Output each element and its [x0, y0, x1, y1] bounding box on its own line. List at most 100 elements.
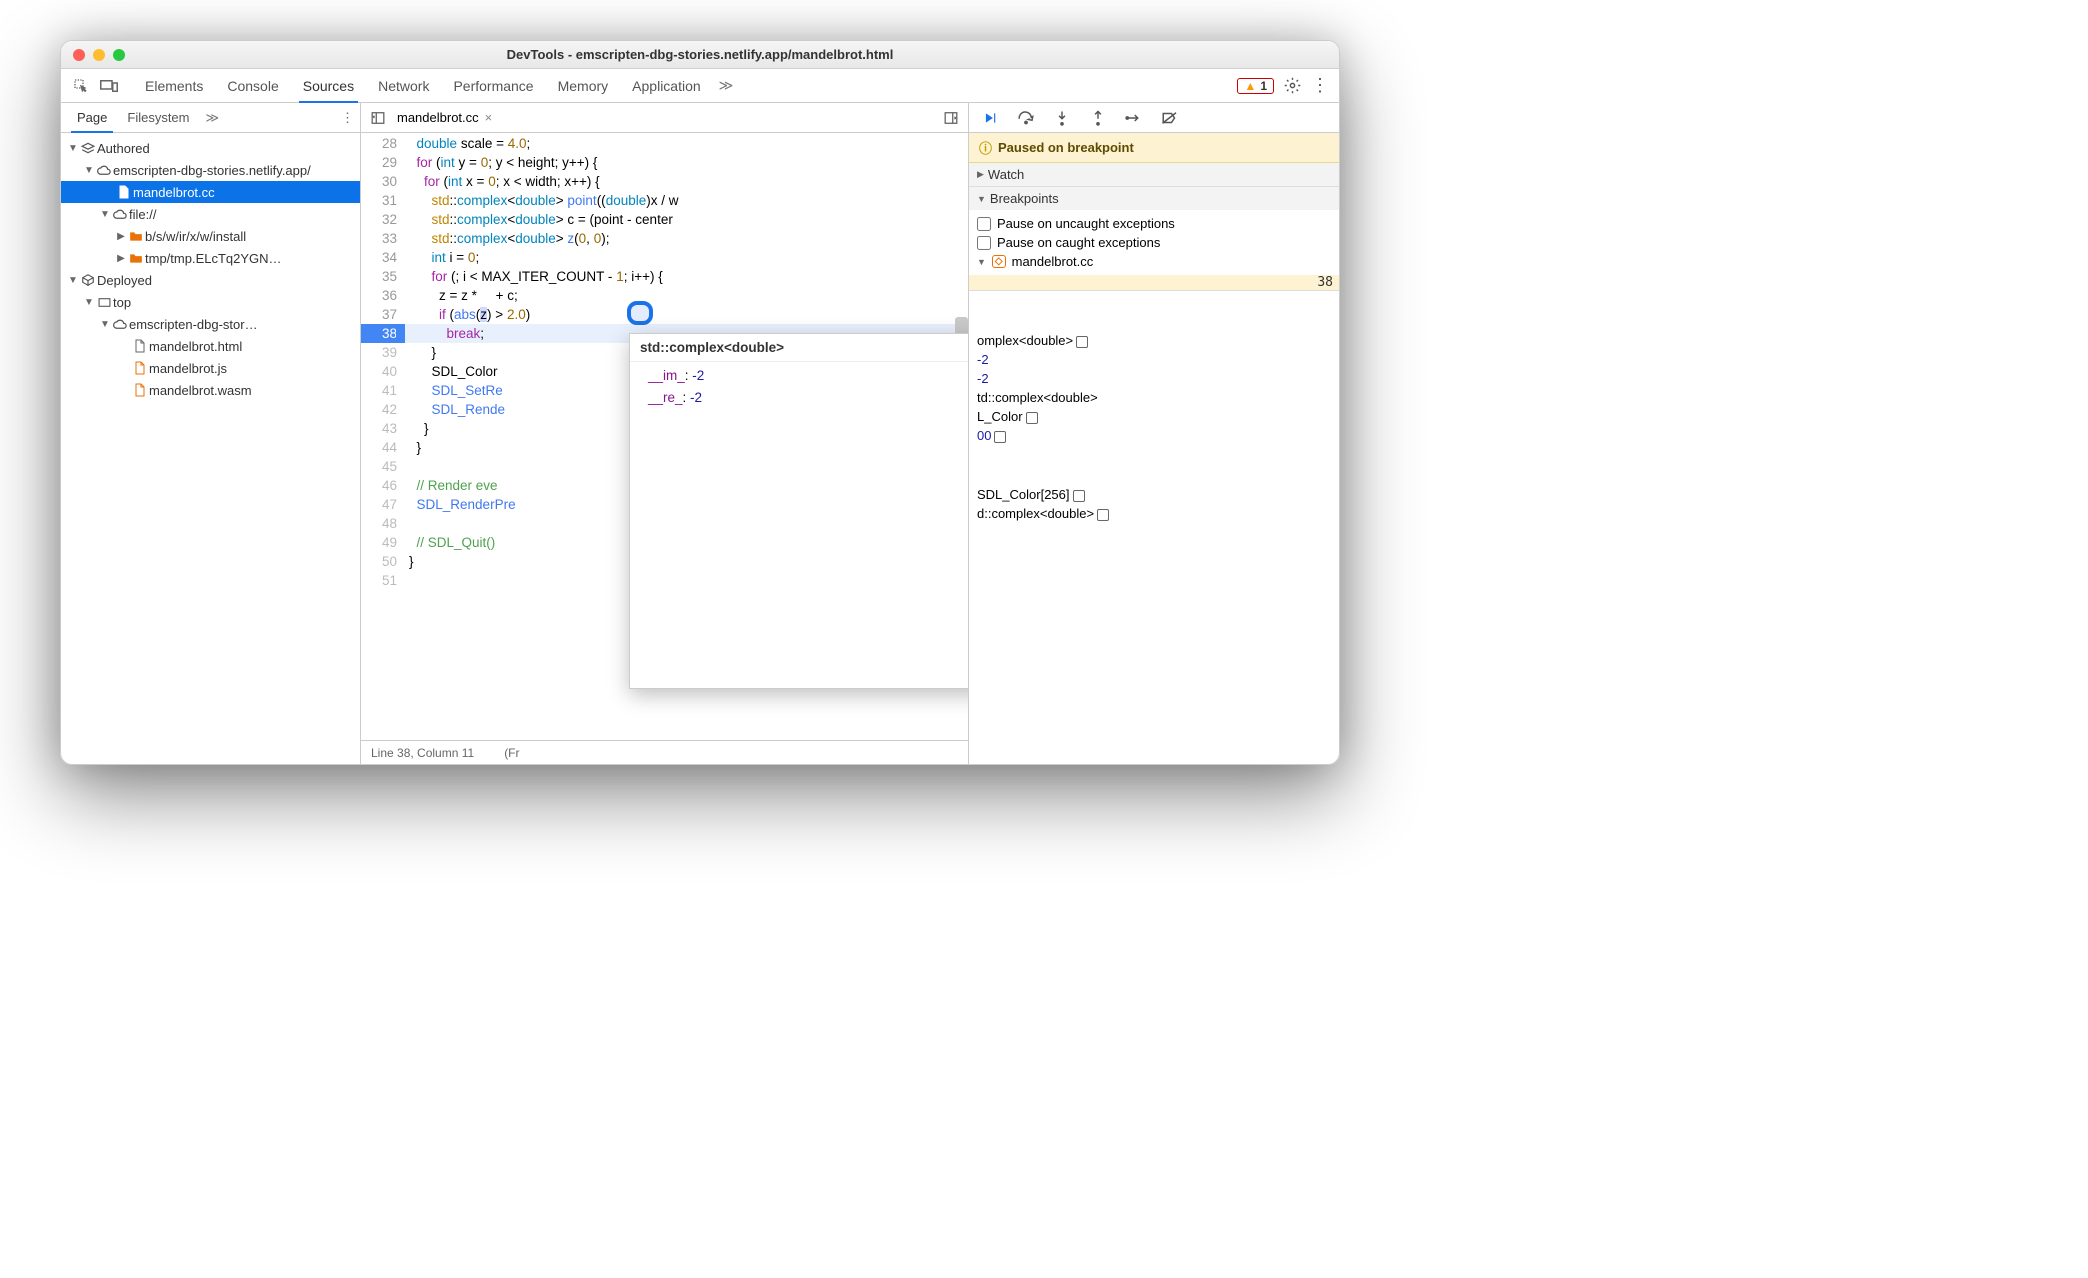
tree-top[interactable]: ▼top: [61, 291, 360, 313]
code-line[interactable]: z = z * + c;: [405, 286, 968, 305]
nav-tab-page[interactable]: Page: [67, 103, 117, 133]
tree-file-wasm[interactable]: mandelbrot.wasm: [61, 379, 360, 401]
toggle-navigator-icon[interactable]: [367, 111, 389, 125]
line-number[interactable]: 50: [361, 552, 405, 571]
code-line[interactable]: double scale = 4.0;: [405, 134, 968, 153]
code-line[interactable]: for (int x = 0; x < width; x++) {: [405, 172, 968, 191]
line-number[interactable]: 51: [361, 571, 405, 590]
code-line[interactable]: for (; i < MAX_ITER_COUNT - 1; i++) {: [405, 267, 968, 286]
tree-cloud-origin[interactable]: ▼emscripten-dbg-stories.netlify.app/: [61, 159, 360, 181]
code-line[interactable]: std::complex<double> c = (point - center: [405, 210, 968, 229]
line-number[interactable]: 49: [361, 533, 405, 552]
watch-section[interactable]: ▶Watch: [969, 163, 1339, 187]
minimize-window[interactable]: [93, 49, 105, 61]
line-number[interactable]: 44: [361, 438, 405, 457]
object-preview-icon[interactable]: [994, 431, 1006, 443]
nav-tab-filesystem[interactable]: Filesystem: [117, 103, 199, 133]
editor-panel: mandelbrot.cc× 2829303132333435363738394…: [361, 103, 969, 764]
main-tabs: Elements Console Sources Network Perform…: [133, 69, 1237, 103]
zoom-window[interactable]: [113, 49, 125, 61]
line-number[interactable]: 36: [361, 286, 405, 305]
line-number[interactable]: 31: [361, 191, 405, 210]
line-number[interactable]: 42: [361, 400, 405, 419]
resume-icon[interactable]: [979, 111, 1001, 125]
line-number[interactable]: 46: [361, 476, 405, 495]
tree-file-js[interactable]: mandelbrot.js: [61, 357, 360, 379]
tree-cloud-deployed[interactable]: ▼emscripten-dbg-stor…: [61, 313, 360, 335]
tree-deployed[interactable]: ▼Deployed: [61, 269, 360, 291]
deactivate-breakpoints-icon[interactable]: [1159, 111, 1181, 125]
tab-elements[interactable]: Elements: [133, 69, 215, 103]
line-number[interactable]: 39: [361, 343, 405, 362]
settings-icon[interactable]: [1284, 77, 1301, 94]
line-number[interactable]: 45: [361, 457, 405, 476]
tree-authored[interactable]: ▼Authored: [61, 137, 360, 159]
line-number[interactable]: 38: [361, 324, 405, 343]
device-toggle-icon[interactable]: [95, 73, 123, 99]
close-tab-icon[interactable]: ×: [485, 110, 493, 125]
line-number[interactable]: 32: [361, 210, 405, 229]
breakpoints-header[interactable]: ▼Breakpoints: [969, 187, 1339, 210]
object-preview-icon[interactable]: [1097, 509, 1109, 521]
code-line[interactable]: std::complex<double> z(0, 0);: [405, 229, 968, 248]
tab-console[interactable]: Console: [215, 69, 290, 103]
tree-file-html[interactable]: mandelbrot.html: [61, 335, 360, 357]
line-number[interactable]: 40: [361, 362, 405, 381]
tab-application[interactable]: Application: [620, 69, 713, 103]
tree-file-mandelbrot-cc[interactable]: mandelbrot.cc: [61, 181, 360, 203]
object-preview-icon[interactable]: [1076, 336, 1088, 348]
step-into-icon[interactable]: [1051, 110, 1073, 126]
more-icon[interactable]: ⋮: [1311, 75, 1329, 96]
tree-folder-install[interactable]: ▶b/s/w/ir/x/w/install: [61, 225, 360, 247]
debug-controls: [969, 103, 1339, 133]
breakpoints-section: ▼Breakpoints Pause on uncaught exception…: [969, 187, 1339, 291]
line-number[interactable]: 28: [361, 134, 405, 153]
line-number[interactable]: 37: [361, 305, 405, 324]
warnings-badge[interactable]: ▲1: [1237, 78, 1274, 94]
tab-sources[interactable]: Sources: [291, 69, 366, 103]
line-number[interactable]: 29: [361, 153, 405, 172]
tree-file-scheme[interactable]: ▼file://: [61, 203, 360, 225]
step-over-icon[interactable]: [1015, 111, 1037, 125]
nav-tabs-overflow-icon[interactable]: ≫: [200, 110, 226, 126]
line-number[interactable]: 34: [361, 248, 405, 267]
titlebar: DevTools - emscripten-dbg-stories.netlif…: [61, 41, 1339, 69]
code-line[interactable]: std::complex<double> point((double)x / w: [405, 191, 968, 210]
window-title: DevTools - emscripten-dbg-stories.netlif…: [61, 47, 1339, 62]
line-number[interactable]: 43: [361, 419, 405, 438]
navigator-panel: Page Filesystem ≫ ⋮ ▼Authored ▼emscripte…: [61, 103, 361, 764]
inspect-icon[interactable]: [67, 73, 95, 99]
object-preview-icon[interactable]: [1026, 412, 1038, 424]
step-out-icon[interactable]: [1087, 110, 1109, 126]
line-number[interactable]: 41: [361, 381, 405, 400]
line-number[interactable]: 30: [361, 172, 405, 191]
paused-banner: ⓘPaused on breakpoint: [969, 133, 1339, 163]
line-number[interactable]: 48: [361, 514, 405, 533]
code-view[interactable]: 2829303132333435363738394041424344454647…: [361, 133, 968, 740]
pause-caught-checkbox[interactable]: Pause on caught exceptions: [977, 233, 1331, 252]
breakpoint-file[interactable]: ▼◇mandelbrot.cc: [977, 252, 1331, 271]
tab-memory[interactable]: Memory: [546, 69, 621, 103]
line-number[interactable]: 33: [361, 229, 405, 248]
editor-tab-mandelbrot[interactable]: mandelbrot.cc×: [389, 110, 500, 125]
breakpoint-line-badge[interactable]: 38: [969, 275, 1339, 290]
step-icon[interactable]: [1123, 112, 1145, 124]
tree-folder-tmp[interactable]: ▶tmp/tmp.ELcTq2YGN…: [61, 247, 360, 269]
code-line[interactable]: int i = 0;: [405, 248, 968, 267]
tab-network[interactable]: Network: [366, 69, 441, 103]
line-number[interactable]: 35: [361, 267, 405, 286]
tooltip-type: std::complex<double>: [630, 334, 968, 362]
warning-count: 1: [1260, 79, 1267, 93]
code-line[interactable]: if (abs(z) > 2.0): [405, 305, 968, 324]
object-preview-icon[interactable]: [1073, 490, 1085, 502]
value-tooltip: std::complex<double> __im_: -2 __re_: -2: [629, 333, 968, 689]
close-window[interactable]: [73, 49, 85, 61]
editor-statusbar: Line 38, Column 11 (Fr: [361, 740, 968, 764]
tabs-overflow-icon[interactable]: ≫: [713, 77, 740, 94]
tab-performance[interactable]: Performance: [441, 69, 545, 103]
pause-uncaught-checkbox[interactable]: Pause on uncaught exceptions: [977, 214, 1331, 233]
toggle-debugger-icon[interactable]: [940, 111, 962, 125]
code-line[interactable]: for (int y = 0; y < height; y++) {: [405, 153, 968, 172]
line-number[interactable]: 47: [361, 495, 405, 514]
nav-more-icon[interactable]: ⋮: [341, 110, 354, 126]
